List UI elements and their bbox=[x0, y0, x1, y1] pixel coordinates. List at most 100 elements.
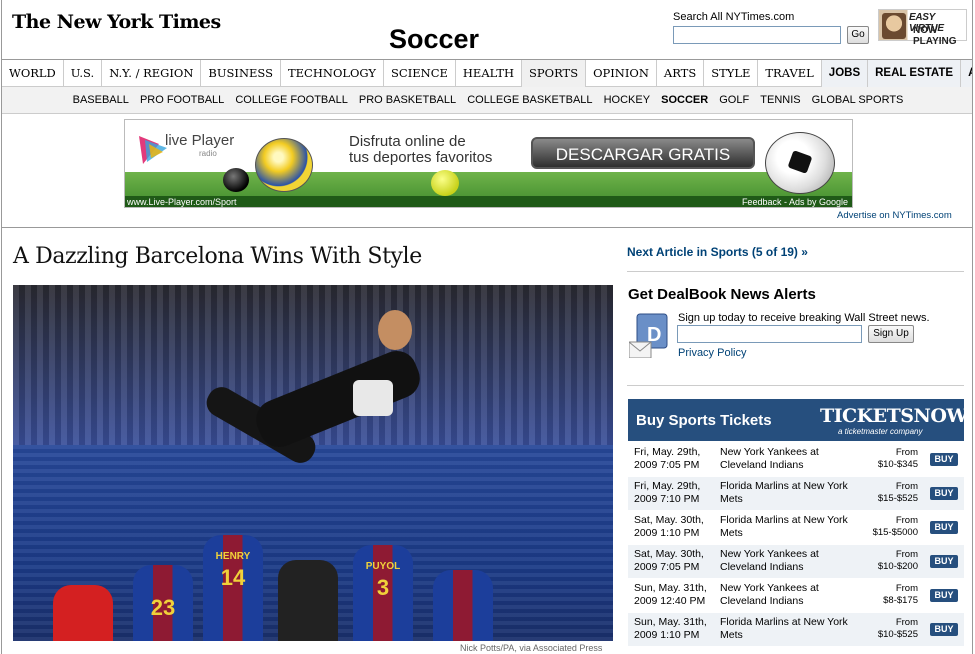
ticket-date-line1: Fri, May. 29th, bbox=[634, 480, 701, 492]
ad-subtitle-text: NOW PLAYING bbox=[913, 25, 957, 47]
ticket-date-line1: Sun, May. 31th, bbox=[634, 616, 707, 628]
advertise-link[interactable]: Advertise on NYTimes.com bbox=[837, 210, 952, 221]
banner-url-link[interactable]: www.Live-Player.com/Sport bbox=[127, 197, 237, 207]
ticket-date: Sat, May. 30th, 2009 7:05 PM bbox=[634, 548, 714, 574]
sports-subnav: BASEBALL PRO FOOTBALL COLLEGE FOOTBALL P… bbox=[2, 87, 972, 114]
buy-ticket-button[interactable]: BUY bbox=[930, 487, 958, 500]
volleyball-icon bbox=[255, 138, 313, 192]
nav-item-technology[interactable]: TECHNOLOGY bbox=[281, 60, 385, 87]
ticketsnow-logo[interactable]: TICKETSNOW bbox=[820, 405, 968, 427]
nav-item-opinion[interactable]: OPINION bbox=[586, 60, 657, 87]
search-input[interactable] bbox=[673, 26, 841, 44]
banner-headline: Disfruta online de tus deportes favorito… bbox=[349, 134, 492, 166]
buy-ticket-button[interactable]: BUY bbox=[930, 589, 958, 602]
nav-item-health[interactable]: HEALTH bbox=[456, 60, 523, 87]
ticket-row: Fri, May. 29th, 2009 7:10 PM Florida Marl… bbox=[628, 477, 964, 511]
ticket-date-line2: 2009 7:05 PM bbox=[634, 459, 700, 471]
article-headline[interactable]: A Dazzling Barcelona Wins With Style bbox=[13, 244, 422, 269]
ticket-price-range: $10-$345 bbox=[877, 459, 918, 470]
ticket-from-label: From bbox=[895, 515, 918, 526]
next-article-link[interactable]: Next Article in Sports (5 of 19) » bbox=[627, 245, 808, 259]
nav-item-ny-region[interactable]: N.Y. / REGION bbox=[102, 60, 202, 87]
ticket-price: From $8-$175 bbox=[883, 583, 918, 607]
ticket-from-label: From bbox=[895, 583, 918, 594]
subnav-soccer[interactable]: SOCCER bbox=[661, 87, 708, 113]
nav-item-sports[interactable]: SPORTS bbox=[522, 60, 587, 87]
ticket-from-label: From bbox=[895, 447, 918, 458]
page-title: Soccer bbox=[389, 24, 480, 54]
sidebar-divider bbox=[627, 271, 964, 272]
page-frame: The New York Times Soccer Search All NYT… bbox=[1, 0, 973, 654]
ticket-match[interactable]: New York Yankees at Cleveland Indians bbox=[720, 582, 860, 608]
ticket-date: Fri, May. 29th, 2009 7:05 PM bbox=[634, 446, 714, 472]
ticket-row: Sun, May. 31th, 2009 1:10 PM Florida Marl… bbox=[628, 613, 964, 647]
ticket-match-line1: Florida Marlins at New York bbox=[720, 616, 848, 628]
nav-item-arts[interactable]: ARTS bbox=[657, 60, 705, 87]
ticket-match-line2: Cleveland Indians bbox=[720, 561, 804, 573]
nav-item-style[interactable]: STYLE bbox=[704, 60, 759, 87]
email-field[interactable] bbox=[677, 325, 862, 343]
nav-item-us[interactable]: U.S. bbox=[64, 60, 103, 87]
ticket-date-line1: Sun, May. 31th, bbox=[634, 582, 707, 594]
subnav-hockey[interactable]: HOCKEY bbox=[604, 87, 650, 113]
subnav-golf[interactable]: GOLF bbox=[719, 87, 749, 113]
nav-item-jobs[interactable]: JOBS bbox=[821, 60, 869, 87]
nav-item-travel[interactable]: TRAVEL bbox=[758, 60, 822, 87]
billiard-ball-icon bbox=[223, 168, 249, 192]
search-go-button[interactable]: Go bbox=[847, 26, 869, 44]
subnav-tennis[interactable]: TENNIS bbox=[760, 87, 800, 113]
header-divider bbox=[2, 227, 972, 228]
ticket-date-line2: 2009 1:10 PM bbox=[634, 527, 700, 539]
movie-ad-thumbnail[interactable]: EASY VIRTUE NOW PLAYING bbox=[878, 9, 967, 47]
player bbox=[53, 585, 113, 641]
nav-item-business[interactable]: BUSINESS bbox=[201, 60, 281, 87]
nav-item-science[interactable]: SCIENCE bbox=[384, 60, 456, 87]
sign-up-button[interactable]: Sign Up bbox=[868, 325, 914, 343]
ticket-price: From $10-$345 bbox=[878, 447, 918, 471]
ticket-match[interactable]: New York Yankees at Cleveland Indians bbox=[720, 548, 860, 574]
ticket-match-line2: Mets bbox=[720, 629, 743, 641]
ticket-match-line1: New York Yankees at bbox=[720, 582, 819, 594]
download-free-button[interactable]: DESCARGAR GRATIS bbox=[531, 137, 755, 169]
ticket-match[interactable]: Florida Marlins at New York Mets bbox=[720, 616, 860, 642]
ticket-match[interactable]: Florida Marlins at New York Mets bbox=[720, 480, 860, 506]
buy-ticket-button[interactable]: BUY bbox=[930, 521, 958, 534]
ticket-match[interactable]: Florida Marlins at New York Mets bbox=[720, 514, 860, 540]
article-photo[interactable]: 23 HENRY 14 PUYOL 3 bbox=[13, 285, 613, 641]
nav-item-real-estate[interactable]: REAL ESTATE bbox=[868, 60, 962, 87]
subnav-pro-basketball[interactable]: PRO BASKETBALL bbox=[359, 87, 456, 113]
nav-item-autos[interactable]: AUTOS bbox=[961, 60, 972, 87]
nav-item-world[interactable]: WORLD bbox=[2, 60, 64, 87]
buy-ticket-button[interactable]: BUY bbox=[930, 453, 958, 466]
subnav-college-basketball[interactable]: COLLEGE BASKETBALL bbox=[467, 87, 592, 113]
subnav-pro-football[interactable]: PRO FOOTBALL bbox=[140, 87, 224, 113]
dealbook-title: Get DealBook News Alerts bbox=[628, 286, 816, 303]
ticket-date: Fri, May. 29th, 2009 7:10 PM bbox=[634, 480, 714, 506]
ticket-date-line2: 2009 12:40 PM bbox=[634, 595, 706, 607]
ticket-match-line1: Florida Marlins at New York bbox=[720, 514, 848, 526]
subnav-baseball[interactable]: BASEBALL bbox=[73, 87, 129, 113]
dealbook-envelope-icon: D bbox=[629, 313, 668, 358]
live-player-banner-ad[interactable]: live Player radio Disfruta online de tus… bbox=[124, 119, 853, 208]
jersey-name: PUYOL bbox=[365, 561, 401, 572]
privacy-policy-link[interactable]: Privacy Policy bbox=[678, 347, 746, 359]
ticket-price-range: $15-$525 bbox=[877, 493, 918, 504]
subnav-global-sports[interactable]: GLOBAL SPORTS bbox=[812, 87, 904, 113]
ticket-date: Sat, May. 30th, 2009 1:10 PM bbox=[634, 514, 714, 540]
subnav-college-football[interactable]: COLLEGE FOOTBALL bbox=[235, 87, 347, 113]
photo-credit: Nick Potts/PA, via Associated Press bbox=[460, 643, 603, 653]
ticket-price: From $15-$5000 bbox=[873, 515, 918, 539]
player bbox=[433, 570, 493, 641]
ticket-date-line1: Fri, May. 29th, bbox=[634, 446, 701, 458]
buy-ticket-button[interactable]: BUY bbox=[930, 555, 958, 568]
nyt-logo[interactable]: The New York Times bbox=[12, 11, 221, 33]
ticket-row: Fri, May. 29th, 2009 7:05 PM New York Yan… bbox=[628, 443, 964, 477]
buy-ticket-button[interactable]: BUY bbox=[930, 623, 958, 636]
jersey-number: 3 bbox=[376, 575, 390, 600]
ticket-match[interactable]: New York Yankees at Cleveland Indians bbox=[720, 446, 860, 472]
player: PUYOL 3 bbox=[353, 545, 413, 641]
ads-by-google-link[interactable]: Feedback - Ads by Google bbox=[742, 197, 848, 207]
ticket-price-range: $15-$5000 bbox=[872, 527, 918, 538]
ticket-date: Sun, May. 31th, 2009 1:10 PM bbox=[634, 616, 714, 642]
ticket-row: Sat, May. 30th, 2009 7:05 PM New York Yan… bbox=[628, 545, 964, 579]
